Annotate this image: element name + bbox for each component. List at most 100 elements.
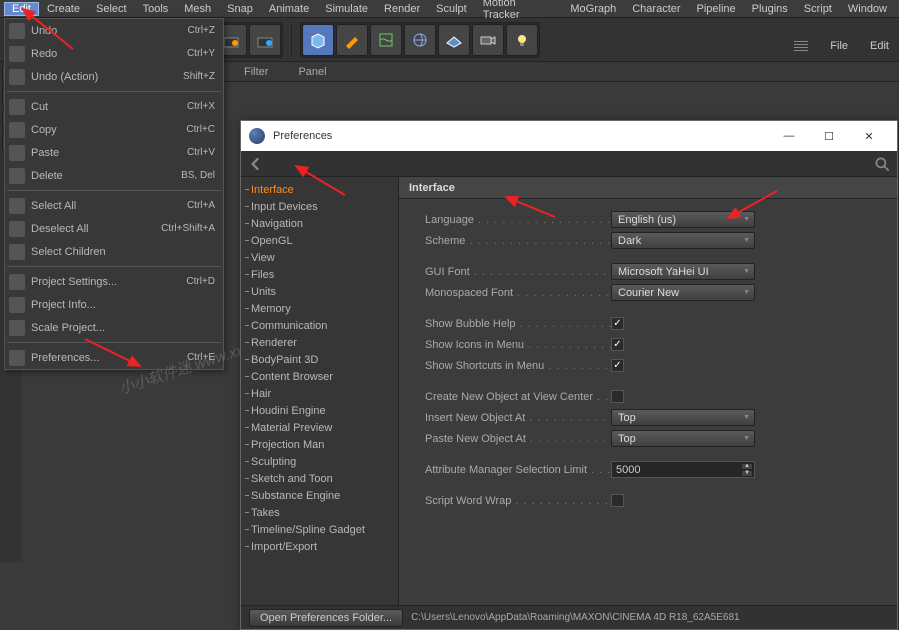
menu-mograph[interactable]: MoGraph [562,3,624,15]
tree-item-navigation[interactable]: Navigation [241,215,398,232]
menu-pipeline[interactable]: Pipeline [689,3,744,15]
menu-item-cut[interactable]: CutCtrl+X [5,95,223,118]
tree-item-hair[interactable]: Hair [241,385,398,402]
tree-item-materialpreview[interactable]: Material Preview [241,419,398,436]
tree-item-substanceengine[interactable]: Substance Engine [241,487,398,504]
menu-item-icon [9,244,25,260]
tree-item-sculpting[interactable]: Sculpting [241,453,398,470]
tree-item-sketchandtoon[interactable]: Sketch and Toon [241,470,398,487]
menu-item-icon [9,320,25,336]
language-dropdown[interactable]: English (us) [611,211,755,228]
menu-window[interactable]: Window [840,3,895,15]
clapper3-icon[interactable] [249,24,281,56]
menu-item-deselectall[interactable]: Deselect AllCtrl+Shift+A [5,217,223,240]
menu-item-undoaction[interactable]: Undo (Action)Shift+Z [5,65,223,88]
tree-item-view[interactable]: View [241,249,398,266]
menu-item-paste[interactable]: PasteCtrl+V [5,141,223,164]
close-button[interactable]: ✕ [849,122,889,150]
menu-select[interactable]: Select [88,3,135,15]
menu-item-undo[interactable]: UndoCtrl+Z [5,19,223,42]
bubble-checkbox[interactable] [611,317,624,330]
tree-item-communication[interactable]: Communication [241,317,398,334]
tree-item-interface[interactable]: Interface [241,181,398,198]
shortcuts-checkbox[interactable] [611,359,624,372]
menu-item-projectsettings[interactable]: Project Settings...Ctrl+D [5,270,223,293]
tree-item-memory[interactable]: Memory [241,300,398,317]
camera-icon[interactable] [472,24,504,56]
menu-item-icon [9,46,25,62]
tree-item-units[interactable]: Units [241,283,398,300]
tree-item-opengl[interactable]: OpenGL [241,232,398,249]
menu-item-preferences[interactable]: Preferences...Ctrl+E [5,346,223,369]
panel-menu[interactable]: Panel [298,66,326,78]
right-panel-menu: File Edit [784,36,899,56]
monofont-dropdown[interactable]: Courier New [611,284,755,301]
menu-script[interactable]: Script [796,3,840,15]
light-icon[interactable] [506,24,538,56]
filter-menu[interactable]: Filter [244,66,268,78]
tree-item-renderer[interactable]: Renderer [241,334,398,351]
box-icon[interactable] [302,24,334,56]
menu-render[interactable]: Render [376,3,428,15]
menu-item-icon [9,297,25,313]
menu-snap[interactable]: Snap [219,3,261,15]
tree-item-contentbrowser[interactable]: Content Browser [241,368,398,385]
menu-edit[interactable]: Edit [4,2,39,16]
createcenter-checkbox[interactable] [611,390,624,403]
wordwrap-checkbox[interactable] [611,494,624,507]
pen-icon[interactable] [336,24,368,56]
menu-item-selectall[interactable]: Select AllCtrl+A [5,194,223,217]
menu-mesh[interactable]: Mesh [176,3,219,15]
insertat-label: Insert New Object At [425,412,611,424]
menu-item-icon [9,198,25,214]
tree-item-importexport[interactable]: Import/Export [241,538,398,555]
minimize-button[interactable]: — [769,122,809,150]
search-icon[interactable] [873,155,891,173]
edit-menu-right[interactable]: Edit [870,40,889,52]
deform-icon[interactable] [370,24,402,56]
floor-icon[interactable] [438,24,470,56]
pasteat-dropdown[interactable]: Top [611,430,755,447]
menu-simulate[interactable]: Simulate [317,3,376,15]
tree-item-timelinesplinegadget[interactable]: Timeline/Spline Gadget [241,521,398,538]
menu-sculpt[interactable]: Sculpt [428,3,475,15]
menu-animate[interactable]: Animate [261,3,317,15]
wordwrap-label: Script Word Wrap [425,495,611,507]
hamburger-icon[interactable] [794,41,808,51]
guifont-dropdown[interactable]: Microsoft YaHei UI [611,263,755,280]
menu-tools[interactable]: Tools [135,3,177,15]
menu-motiontracker[interactable]: Motion Tracker [475,0,563,21]
menu-plugins[interactable]: Plugins [744,3,796,15]
env-icon[interactable] [404,24,436,56]
insertat-dropdown[interactable]: Top [611,409,755,426]
icons-checkbox[interactable] [611,338,624,351]
tree-item-inputdevices[interactable]: Input Devices [241,198,398,215]
menu-item-icon [9,350,25,366]
scheme-dropdown[interactable]: Dark [611,232,755,249]
tree-item-houdiniengine[interactable]: Houdini Engine [241,402,398,419]
preferences-toolbar [241,151,897,177]
menu-item-icon [9,23,25,39]
menu-item-selectchildren[interactable]: Select Children [5,240,223,263]
tree-item-bodypaintd[interactable]: BodyPaint 3D [241,351,398,368]
pref-folder-path: C:\Users\Lenovo\AppData\Roaming\MAXON\CI… [411,612,740,623]
back-icon[interactable] [247,155,265,173]
menu-character[interactable]: Character [624,3,688,15]
tree-item-takes[interactable]: Takes [241,504,398,521]
file-menu[interactable]: File [830,40,848,52]
menu-item-redo[interactable]: RedoCtrl+Y [5,42,223,65]
menu-item-projectinfo[interactable]: Project Info... [5,293,223,316]
menu-item-copy[interactable]: CopyCtrl+C [5,118,223,141]
tree-item-files[interactable]: Files [241,266,398,283]
maximize-button[interactable]: ☐ [809,122,849,150]
preferences-titlebar[interactable]: Preferences — ☐ ✕ [241,121,897,151]
menu-item-scaleproject[interactable]: Scale Project... [5,316,223,339]
tree-item-projectionman[interactable]: Projection Man [241,436,398,453]
preferences-footer: Open Preferences Folder... C:\Users\Leno… [241,605,897,629]
attrlimit-input[interactable]: 5000▲▼ [611,461,755,478]
open-pref-folder-button[interactable]: Open Preferences Folder... [249,609,403,627]
monofont-label: Monospaced Font [425,287,611,299]
menu-item-delete[interactable]: DeleteBS, Del [5,164,223,187]
language-label: Language [425,214,611,226]
menu-create[interactable]: Create [39,3,88,15]
